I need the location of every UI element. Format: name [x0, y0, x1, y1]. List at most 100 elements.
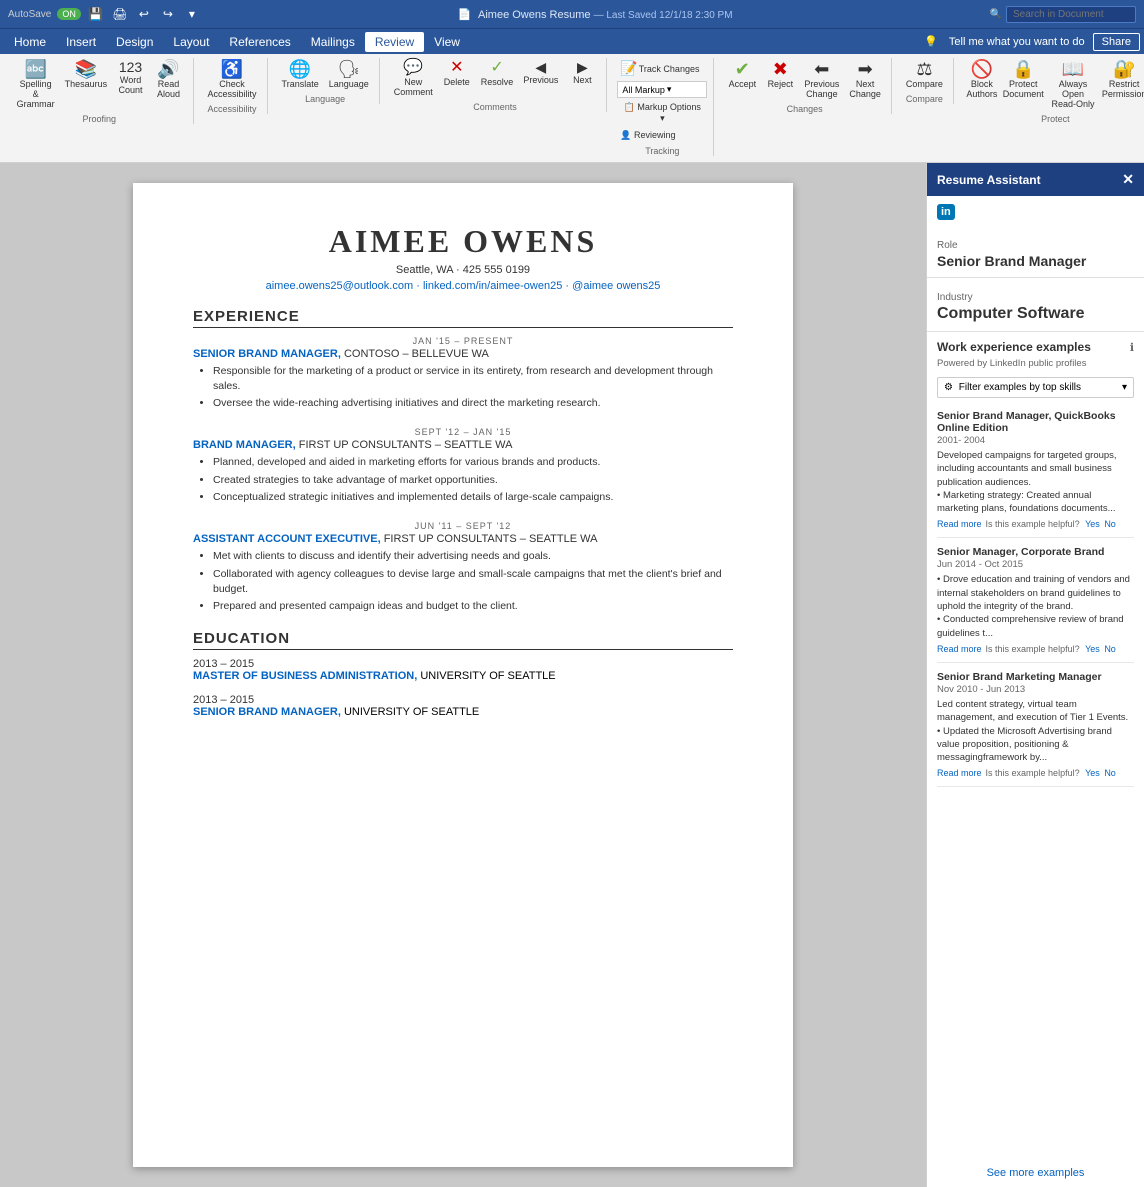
edu-degree-1: MASTER OF BUSINESS ADMINISTRATION, UNIVE…	[193, 670, 733, 682]
ra-yes-3[interactable]: Yes	[1085, 768, 1100, 778]
ra-info-icon[interactable]: ℹ	[1130, 341, 1134, 354]
ra-work-header: Work experience examples ℹ	[927, 332, 1144, 358]
tell-me-text[interactable]: Tell me what you want to do	[949, 36, 1085, 48]
menu-view[interactable]: View	[424, 32, 470, 52]
menu-mailings[interactable]: Mailings	[301, 32, 365, 52]
accessibility-icon: ♿	[221, 60, 243, 78]
ribbon-btn-markupoptions[interactable]: 📋 Markup Options ▾	[617, 100, 707, 126]
resume-links: aimee.owens25@outlook.com · linked.com/i…	[193, 280, 733, 292]
job-title-1: SENIOR BRAND MANAGER, CONTOSO – BELLEVUE…	[193, 348, 733, 360]
share-button[interactable]: Share	[1093, 33, 1140, 51]
ribbon-btn-accessibility[interactable]: ♿ CheckAccessibility	[204, 58, 261, 101]
print-icon[interactable]: 🖨	[111, 5, 129, 23]
ra-yes-2[interactable]: Yes	[1085, 644, 1100, 654]
ribbon-btn-alwaysopen[interactable]: 📖 Always OpenRead-Only	[1047, 58, 1100, 111]
ribbon-btn-readaloud[interactable]: 🔊 ReadAloud	[151, 58, 187, 101]
job-title-highlight-3: ASSISTANT ACCOUNT EXECUTIVE,	[193, 533, 381, 545]
ribbon-btn-spelling[interactable]: 🔤 Spelling &Grammar	[12, 58, 59, 111]
alwaysopen-icon: 📖	[1062, 60, 1084, 78]
ra-helpful-2: Is this example helpful? Yes No	[986, 644, 1116, 654]
ribbon-btn-restrictperm[interactable]: 🔐 RestrictPermission	[1101, 58, 1144, 101]
ra-read-more-3[interactable]: Read more	[937, 768, 982, 778]
ribbon-btn-thesaurus[interactable]: 📚 Thesaurus	[61, 58, 110, 91]
ra-filter-label: ⚙ Filter examples by top skills	[944, 382, 1081, 393]
ra-no-1[interactable]: No	[1104, 519, 1116, 529]
ribbon-group-protect: 🚫 BlockAuthors 🔒 ProtectDocument 📖 Alway…	[958, 58, 1144, 124]
ra-filter-dropdown[interactable]: ⚙ Filter examples by top skills ▾	[937, 377, 1134, 398]
menu-design[interactable]: Design	[106, 32, 163, 52]
ribbon-btn-nextchange[interactable]: ➡ NextChange	[845, 58, 885, 101]
job-company-3: FIRST UP CONSULTANTS – SEATTLE WA	[384, 533, 598, 545]
ribbon-btn-wordcount[interactable]: 123 WordCount	[113, 58, 149, 97]
title-bar: AutoSave ON 💾 🖨 ↩ ↪ ▾ 📄 Aimee Owens Resu…	[0, 0, 1144, 28]
job-bullet-3-2: Collaborated with agency colleagues to d…	[213, 567, 733, 596]
compare-icon: ⚖	[916, 60, 932, 78]
ribbon-btn-delete[interactable]: ✕ Delete	[439, 58, 475, 89]
ribbon-btn-protectdoc[interactable]: 🔒 ProtectDocument	[1002, 58, 1045, 101]
lightbulb-icon: 💡	[924, 35, 938, 48]
redo-icon[interactable]: ↪	[159, 5, 177, 23]
ra-examples-list: Senior Brand Manager, QuickBooks Online …	[927, 402, 1144, 1157]
ribbon-btn-newcomment[interactable]: 💬 NewComment	[390, 58, 437, 99]
menu-references[interactable]: References	[219, 32, 300, 52]
ra-ex-date-2: Jun 2014 - Oct 2015	[937, 559, 1134, 570]
job-bullets-3: Met with clients to discuss and identify…	[213, 549, 733, 614]
menu-home[interactable]: Home	[4, 32, 56, 52]
ribbon-btn-reject[interactable]: ✖ Reject	[762, 58, 798, 91]
edu-school-1: UNIVERSITY OF SEATTLE	[420, 670, 555, 682]
resume-email: aimee.owens25@outlook.com	[266, 280, 414, 292]
ra-no-3[interactable]: No	[1104, 768, 1116, 778]
edu-degree-highlight-1: MASTER OF BUSINESS ADMINISTRATION,	[193, 670, 417, 682]
ra-ex-footer-1: Read more Is this example helpful? Yes N…	[937, 519, 1134, 529]
ra-see-more: See more examples	[927, 1157, 1144, 1187]
ra-header: Resume Assistant ✕	[927, 163, 1144, 196]
menu-insert[interactable]: Insert	[56, 32, 106, 52]
ribbon-group-compare-label: Compare	[906, 94, 943, 104]
trackchanges-icon: 📝	[620, 60, 637, 77]
ribbon: 🔤 Spelling &Grammar 📚 Thesaurus 123 Word…	[0, 54, 1144, 163]
ribbon-btn-compare[interactable]: ⚖ Compare	[902, 58, 947, 91]
ra-ex-footer-2: Read more Is this example helpful? Yes N…	[937, 644, 1134, 654]
ribbon-btn-trackchanges[interactable]: 📝 Track Changes	[617, 58, 702, 79]
ribbon-btn-next-comment[interactable]: ▶ Next	[564, 58, 600, 87]
autosave-toggle[interactable]: ON	[57, 8, 81, 20]
ribbon-btn-reviewing[interactable]: 👤 Reviewing	[617, 128, 678, 143]
menu-layout[interactable]: Layout	[163, 32, 219, 52]
document-area[interactable]: AIMEE OWENS Seattle, WA · 425 555 0199 a…	[0, 163, 926, 1187]
ra-no-2[interactable]: No	[1104, 644, 1116, 654]
section-education: EDUCATION	[193, 630, 733, 650]
ribbon-dropdown-markup[interactable]: All Markup ▾	[617, 81, 707, 98]
menu-review[interactable]: Review	[365, 32, 424, 52]
customize-icon[interactable]: ▾	[183, 5, 201, 23]
job-block-1: JAN '15 – PRESENT SENIOR BRAND MANAGER, …	[193, 336, 733, 411]
ribbon-btn-language[interactable]: 🗣 Language	[325, 58, 373, 91]
job-title-3: ASSISTANT ACCOUNT EXECUTIVE, FIRST UP CO…	[193, 533, 733, 545]
title-bar-right: 🔍	[990, 6, 1136, 23]
save-icon[interactable]: 💾	[87, 5, 105, 23]
ribbon-btn-previous-comment[interactable]: ◀ Previous	[519, 58, 562, 87]
ra-yes-1[interactable]: Yes	[1085, 519, 1100, 529]
ra-read-more-1[interactable]: Read more	[937, 519, 982, 529]
ra-close-button[interactable]: ✕	[1122, 171, 1134, 188]
section-experience: EXPERIENCE	[193, 308, 733, 328]
ribbon-btn-translate[interactable]: 🌐 Translate	[278, 58, 323, 91]
ra-role-section: Role Senior Brand Manager	[927, 232, 1144, 278]
ra-linkedin-logo: in	[937, 204, 955, 220]
job-company-1: CONTOSO – BELLEVUE WA	[344, 348, 489, 360]
ribbon-btn-blockauthors[interactable]: 🚫 BlockAuthors	[964, 58, 1000, 101]
undo-icon[interactable]: ↩	[135, 5, 153, 23]
ra-see-more-link[interactable]: See more examples	[987, 1167, 1085, 1179]
search-input[interactable]	[1006, 6, 1136, 23]
ribbon-btn-resolve[interactable]: ✓ Resolve	[477, 58, 518, 89]
readaloud-icon: 🔊	[157, 60, 179, 78]
edu-block-2: 2013 – 2015 SENIOR BRAND MANAGER, UNIVER…	[193, 694, 733, 718]
ribbon-btn-accept[interactable]: ✔ Accept	[724, 58, 760, 91]
last-saved: — Last Saved 12/1/18 2:30 PM	[594, 10, 733, 21]
thesaurus-icon: 📚	[75, 60, 97, 78]
ribbon-group-comments-label: Comments	[473, 102, 517, 112]
resume-address: Seattle, WA · 425 555 0199	[193, 264, 733, 276]
tell-me-bar[interactable]: 💡 Tell me what you want to do	[924, 35, 1084, 48]
ribbon-btn-prevchange[interactable]: ⬅ PreviousChange	[800, 58, 843, 101]
ra-ex-title-2: Senior Manager, Corporate Brand	[937, 546, 1134, 558]
ra-read-more-2[interactable]: Read more	[937, 644, 982, 654]
